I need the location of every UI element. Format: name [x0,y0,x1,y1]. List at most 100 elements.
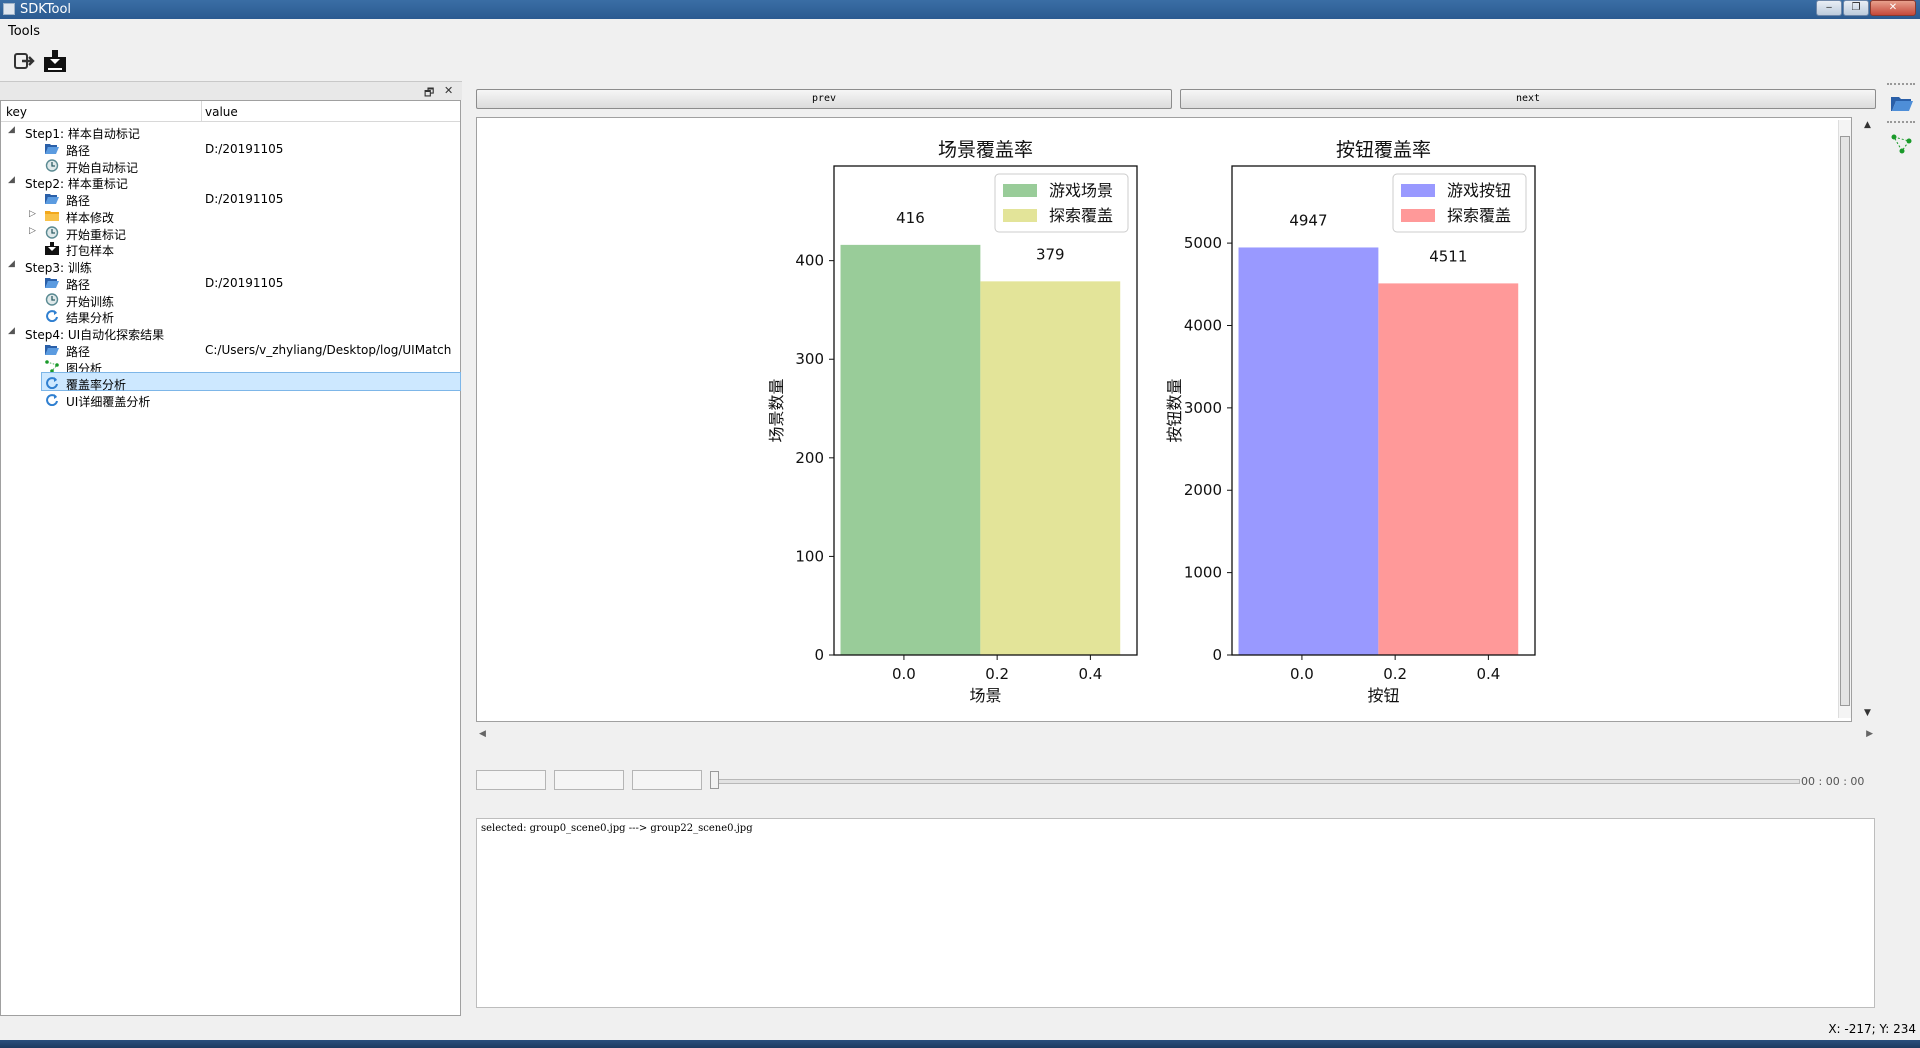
legend-swatch [1003,184,1037,197]
y-tick-label: 2000 [1184,481,1222,499]
scroll-down-arrow-icon[interactable]: ▼ [1864,708,1871,718]
column-header-key[interactable]: key [6,105,27,119]
scrollbar-thumb[interactable] [1840,136,1850,706]
right-dock [1884,81,1920,1018]
graph-icon[interactable] [1890,133,1914,155]
bar-value-label: 4947 [1289,211,1327,229]
tree-view[interactable]: key value ◢ Step1: 样本自动标记 路径 D:/20191105 开始自… [0,100,461,1016]
refresh-icon [45,309,59,323]
cursor-coordinates: X: -217; Y: 234 [1828,1022,1916,1036]
legend-label: 探索覆盖 [1447,206,1511,225]
legend-label: 游戏按钮 [1447,181,1511,200]
x-tick-label: 0.2 [1383,665,1407,683]
y-tick-label: 4000 [1184,316,1222,334]
plot-view: 场景覆盖率 416 379 0 100 200 300 400 0.0 0.2 0.4 场景 场景数量 游… [476,117,1852,722]
dock-grip [1887,83,1915,87]
x-axis-label: 场景 [969,686,1001,705]
next-button[interactable]: next [1180,89,1876,109]
close-window-button[interactable]: ✕ [1870,0,1916,16]
folder-open-icon [45,276,59,289]
chart-bar [980,281,1121,655]
y-tick-label: 100 [795,547,824,565]
charts-canvas: 场景覆盖率 416 379 0 100 200 300 400 0.0 0.2 0.4 场景 场景数量 游… [767,139,1536,705]
vertical-scrollbar[interactable] [1838,120,1851,718]
bar-value-label: 379 [1036,245,1065,263]
y-tick-label: 300 [795,350,824,368]
clock-icon [45,158,59,172]
app-icon [3,3,15,15]
clock-icon [45,292,59,306]
y-tick-label: 5000 [1184,234,1222,252]
legend-label: 游戏场景 [1049,181,1113,200]
legend-swatch [1003,209,1037,222]
column-header-value[interactable]: value [205,105,238,119]
x-axis-label: 按钮 [1367,686,1399,705]
save-download-icon[interactable] [43,49,67,73]
y-tick-label: 0 [1212,646,1222,664]
collapse-arrow-icon[interactable]: ◢ [8,326,15,336]
y-tick-label: 0 [814,646,824,664]
bar-value-label: 4511 [1429,247,1467,265]
dock-grip-2 [1887,121,1915,125]
folder-icon [45,209,59,222]
play-button[interactable] [476,770,546,790]
chart-bar [840,244,981,655]
x-tick-label: 0.0 [892,665,916,683]
folder-open-icon [45,192,59,205]
tree-item-value: D:/20191105 [205,141,284,156]
chart-bar [1378,283,1519,655]
collapse-arrow-icon[interactable]: ◢ [8,175,15,185]
tree-item-label: UI详细覆盖分析 [66,395,151,409]
collapse-arrow-icon[interactable]: ◢ [8,125,15,135]
y-axis-label: 场景数量 [767,378,786,442]
maximize-button[interactable]: ❐ [1843,0,1869,16]
collapse-arrow-icon[interactable]: ◢ [8,259,15,269]
progress-slider[interactable] [712,779,1800,784]
x-tick-label: 0.0 [1290,665,1314,683]
pause-button[interactable] [554,770,624,790]
y-axis-label: 按钮数量 [1165,378,1184,442]
tree-item-row[interactable]: UI详细覆盖分析 [1,390,460,410]
toolbar [0,43,1920,79]
chart-bar [1238,247,1379,655]
x-tick-label: 0.2 [985,665,1009,683]
legend-swatch [1401,209,1435,222]
save-download-icon [45,242,59,256]
horizontal-scrollbar[interactable]: ◀ ▶ [476,729,1876,743]
tree-item-value: D:/20191105 [205,192,284,206]
scroll-right-arrow-icon[interactable]: ▶ [1866,729,1873,739]
expand-arrow-icon[interactable]: ▷ [29,226,36,236]
graph-icon [45,359,59,373]
menu-bar: Tools [0,19,1920,43]
expand-arrow-icon[interactable]: ▷ [29,209,36,219]
y-tick-label: 3000 [1184,399,1222,417]
bar-value-label: 416 [896,209,925,227]
folder-open-icon[interactable] [1890,93,1914,113]
dock-header: 🗗 ✕ [0,81,462,100]
prev-button[interactable]: prev [476,89,1172,109]
taskbar [0,1040,1920,1048]
scroll-up-arrow-icon[interactable]: ▲ [1864,120,1871,130]
tree-item-value: C:/Users/v_zhyliang/Desktop/log/UIMatch [205,342,452,357]
timecode: 00 : 00 : 00 [1801,775,1865,788]
minimize-button[interactable]: ‒ [1816,0,1842,16]
title-bar: SDKTool ‒ ❐ ✕ [0,0,1920,19]
column-divider[interactable] [201,101,202,121]
x-tick-label: 0.4 [1476,665,1500,683]
dock-close-button[interactable]: ✕ [444,84,453,97]
x-tick-label: 0.4 [1078,665,1102,683]
tree-header: key value [1,101,460,122]
stop-button[interactable] [632,770,702,790]
folder-open-icon [45,142,59,155]
folder-open-icon [45,343,59,356]
refresh-icon [45,393,59,407]
refresh-icon [45,376,59,390]
y-tick-label: 200 [795,449,824,467]
scroll-left-arrow-icon[interactable]: ◀ [479,729,486,739]
chart-title: 场景覆盖率 [938,139,1033,161]
log-console[interactable]: selected: group0_scene0.jpg ---> group22… [476,818,1875,1008]
exit-icon[interactable] [12,49,36,73]
slider-handle[interactable] [710,771,719,789]
legend-swatch [1401,184,1435,197]
menu-tools[interactable]: Tools [8,24,40,39]
